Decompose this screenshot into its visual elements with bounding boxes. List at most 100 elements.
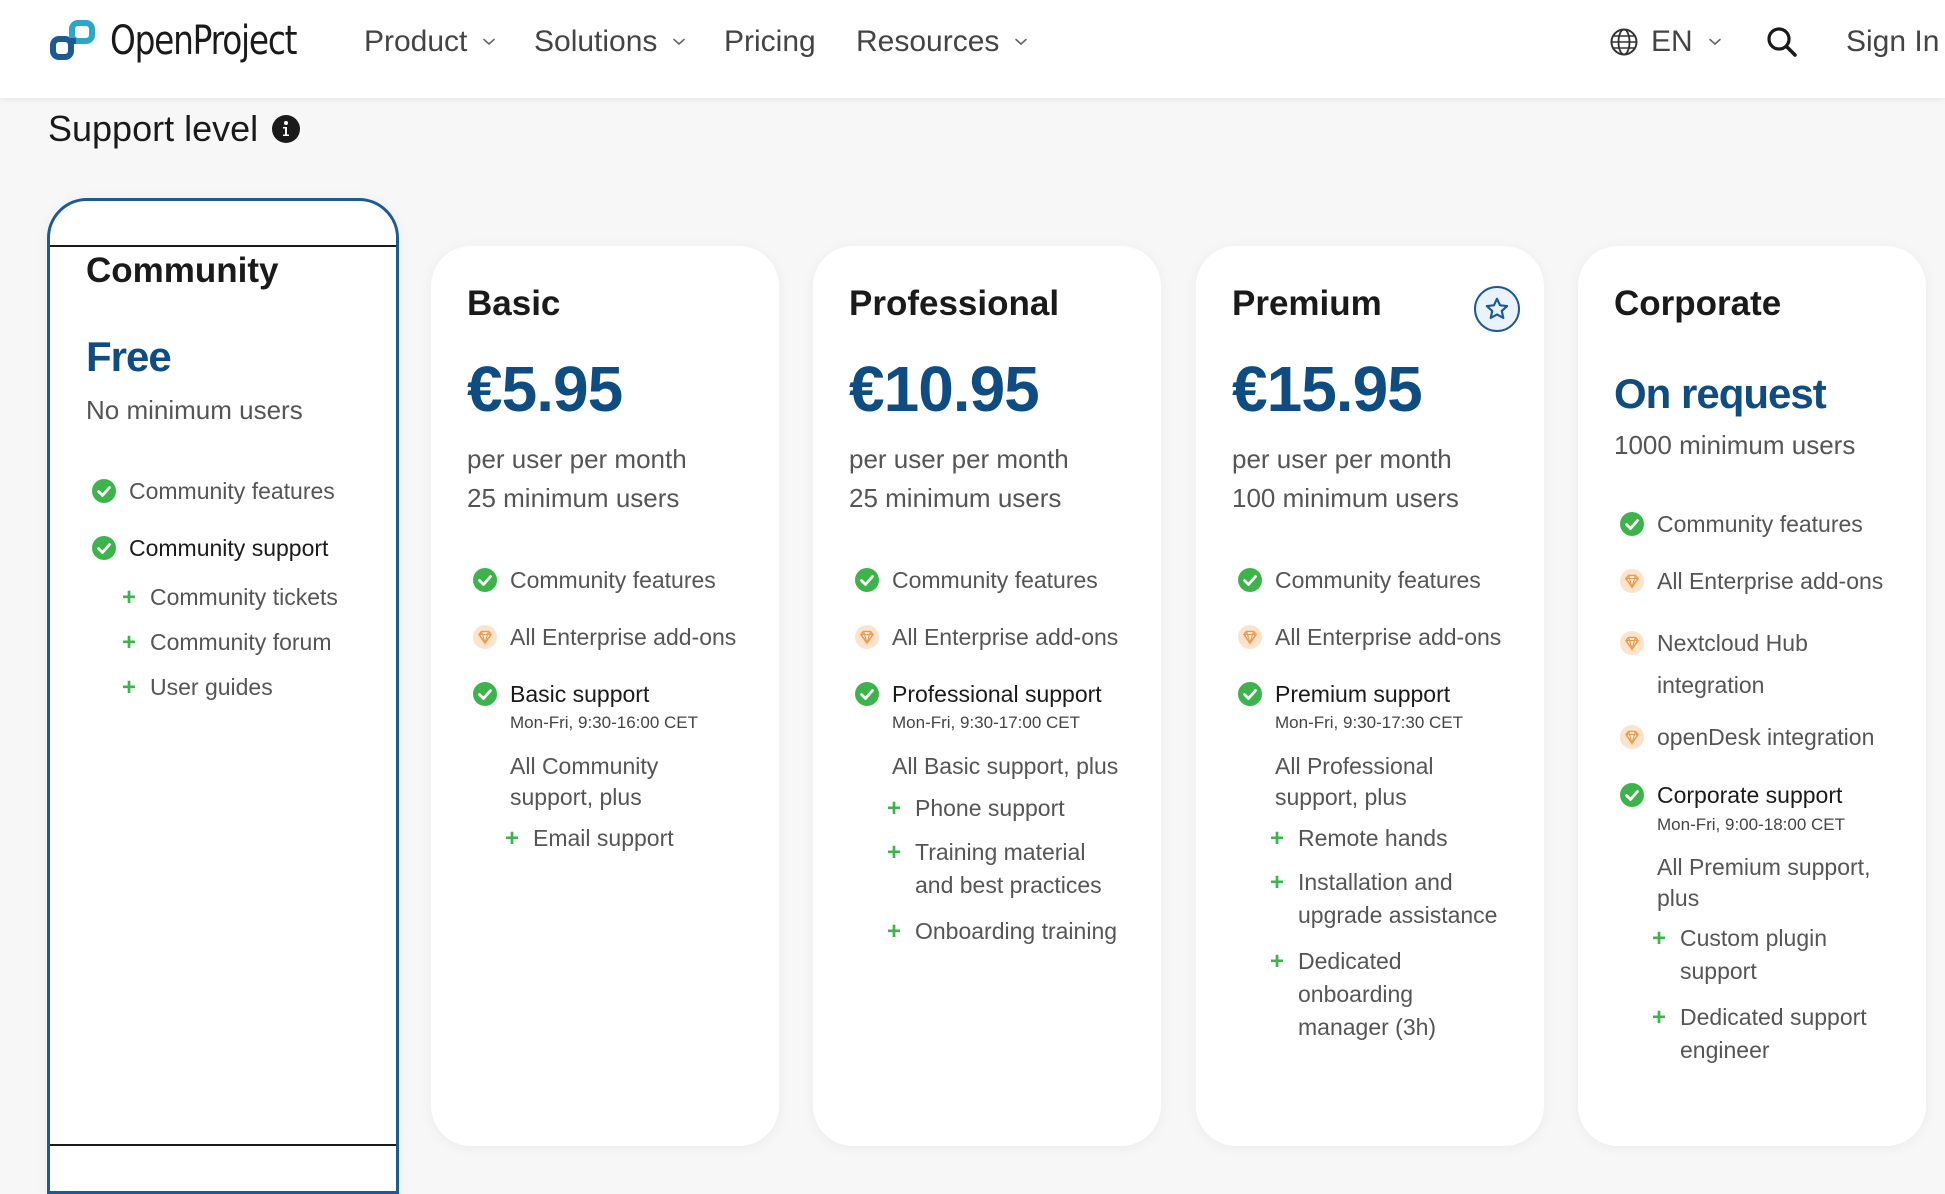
plan-price: Free bbox=[86, 333, 172, 380]
feature-item: All Enterprise add-ons bbox=[1238, 621, 1501, 653]
extra-item: + Email support bbox=[505, 822, 674, 855]
plan-card-basic[interactable]: Basic €5.95 per user per month 25 minimu… bbox=[431, 246, 779, 1146]
extra-item: + Community tickets bbox=[122, 581, 338, 614]
extra-item: + Dedicated support engineer bbox=[1652, 1001, 1892, 1067]
chevron-down-icon bbox=[1015, 38, 1027, 46]
gem-icon bbox=[473, 625, 497, 649]
feature-item: Community features bbox=[855, 564, 1098, 596]
chevron-down-icon bbox=[673, 38, 685, 46]
plan-name: Community bbox=[86, 251, 279, 290]
plan-per: per user per month bbox=[849, 444, 1069, 474]
feature-item: Community features bbox=[473, 564, 716, 596]
check-circle-icon bbox=[855, 568, 879, 592]
plus-icon: + bbox=[887, 839, 902, 866]
plus-icon: + bbox=[505, 825, 520, 852]
plan-price: €5.95 bbox=[467, 353, 623, 425]
language-label: EN bbox=[1651, 25, 1693, 58]
logo[interactable]: OpenProject bbox=[50, 18, 337, 64]
plan-price: On request bbox=[1614, 370, 1827, 417]
plus-icon: + bbox=[122, 629, 137, 656]
plus-icon: + bbox=[122, 584, 137, 611]
check-circle-icon bbox=[92, 536, 116, 560]
feature-item: openDesk integration bbox=[1620, 721, 1874, 753]
support-item: Basic support bbox=[473, 678, 649, 710]
check-circle-icon bbox=[1238, 568, 1262, 592]
nav-pricing[interactable]: Pricing bbox=[724, 22, 816, 62]
plan-card-premium[interactable]: Premium €15.95 per user per month 100 mi… bbox=[1196, 246, 1544, 1146]
nav-product[interactable]: Product bbox=[364, 22, 495, 62]
plus-icon: + bbox=[1652, 925, 1667, 952]
support-hours: Mon-Fri, 9:00-18:00 CET bbox=[1657, 815, 1846, 834]
plan-name: Corporate bbox=[1614, 284, 1782, 323]
feature-item: All Enterprise add-ons bbox=[855, 621, 1118, 653]
support-hours: Mon-Fri, 9:30-16:00 CET bbox=[510, 713, 699, 732]
plus-icon: + bbox=[887, 795, 902, 822]
plan-price: €10.95 bbox=[849, 353, 1040, 425]
chevron-down-icon bbox=[1709, 38, 1721, 46]
extra-item: + Phone support bbox=[887, 792, 1065, 825]
language-selector[interactable]: EN bbox=[1609, 22, 1721, 62]
extra-item: + Dedicated onboarding manager (3h) bbox=[1270, 945, 1460, 1044]
feature-item: Community features bbox=[1620, 508, 1863, 540]
chevron-down-icon bbox=[483, 38, 495, 46]
support-hours: Mon-Fri, 9:30-17:00 CET bbox=[892, 713, 1081, 732]
plan-card-professional[interactable]: Professional €10.95 per user per month 2… bbox=[813, 246, 1161, 1146]
gem-icon bbox=[1238, 625, 1262, 649]
plan-min-users: No minimum users bbox=[86, 395, 303, 425]
openproject-logo-icon bbox=[50, 20, 95, 60]
extra-item: + Remote hands bbox=[1270, 822, 1448, 855]
extra-item: + Custom plugin support bbox=[1652, 922, 1852, 988]
extra-item: + Installation and upgrade assistance bbox=[1270, 866, 1500, 932]
extra-item: + Community forum bbox=[122, 626, 331, 659]
support-includes: All Community support, plus bbox=[510, 753, 659, 810]
nav-resources[interactable]: Resources bbox=[856, 22, 1027, 62]
check-circle-icon bbox=[473, 682, 497, 706]
support-includes: All Basic support, plus bbox=[892, 753, 1119, 779]
globe-icon bbox=[1610, 28, 1638, 56]
feature-item: Nextcloud Hub integration bbox=[1620, 622, 1880, 706]
card-divider bbox=[50, 245, 396, 247]
feature-item: Community features bbox=[1238, 564, 1481, 596]
support-includes: All Premium support, plus bbox=[1657, 854, 1871, 911]
plus-icon: + bbox=[1270, 948, 1285, 975]
sign-in-label: Sign In bbox=[1846, 25, 1940, 58]
support-item: Professional support bbox=[855, 678, 1102, 710]
nav-resources-label: Resources bbox=[856, 25, 1000, 58]
plan-card-corporate[interactable]: Corporate On request 1000 minimum users … bbox=[1578, 246, 1926, 1146]
nav-pricing-label: Pricing bbox=[724, 25, 816, 58]
plan-price: €15.95 bbox=[1232, 353, 1423, 425]
site-header: OpenProject Product Solutions Pricing Re… bbox=[0, 0, 1945, 98]
section-title: Support level bbox=[48, 108, 301, 150]
search-button[interactable] bbox=[1764, 24, 1800, 60]
card-divider bbox=[50, 1144, 396, 1146]
check-circle-icon bbox=[92, 479, 116, 503]
section-title-text: Support level bbox=[48, 108, 259, 149]
nav-solutions[interactable]: Solutions bbox=[534, 22, 685, 62]
info-icon[interactable] bbox=[272, 115, 301, 143]
logo-text: OpenProject bbox=[110, 18, 298, 64]
support-item: Corporate support bbox=[1620, 779, 1842, 811]
plus-icon: + bbox=[1652, 1004, 1667, 1031]
plus-icon: + bbox=[122, 674, 137, 701]
extra-item: + Onboarding training bbox=[887, 915, 1117, 948]
gem-icon bbox=[1620, 631, 1644, 655]
plan-min-users: 1000 minimum users bbox=[1614, 430, 1856, 460]
support-item: Premium support bbox=[1238, 678, 1450, 710]
plus-icon: + bbox=[1270, 869, 1285, 896]
plan-card-community[interactable]: Community Free No minimum users Communit… bbox=[47, 198, 399, 1194]
feature-item: All Enterprise add-ons bbox=[473, 621, 736, 653]
gem-icon bbox=[855, 625, 879, 649]
plan-name: Basic bbox=[467, 284, 561, 323]
star-icon bbox=[1474, 286, 1520, 332]
nav-product-label: Product bbox=[364, 25, 468, 58]
sign-in-link[interactable]: Sign In bbox=[1846, 22, 1939, 62]
plan-min-users: 25 minimum users bbox=[849, 483, 1062, 513]
gem-icon bbox=[1620, 569, 1644, 593]
extra-item: + Training material and best practices bbox=[887, 836, 1107, 902]
nav-solutions-label: Solutions bbox=[534, 25, 658, 58]
check-circle-icon bbox=[1238, 682, 1262, 706]
plan-min-users: 25 minimum users bbox=[467, 483, 680, 513]
plus-icon: + bbox=[887, 918, 902, 945]
check-circle-icon bbox=[855, 682, 879, 706]
plus-icon: + bbox=[1270, 825, 1285, 852]
